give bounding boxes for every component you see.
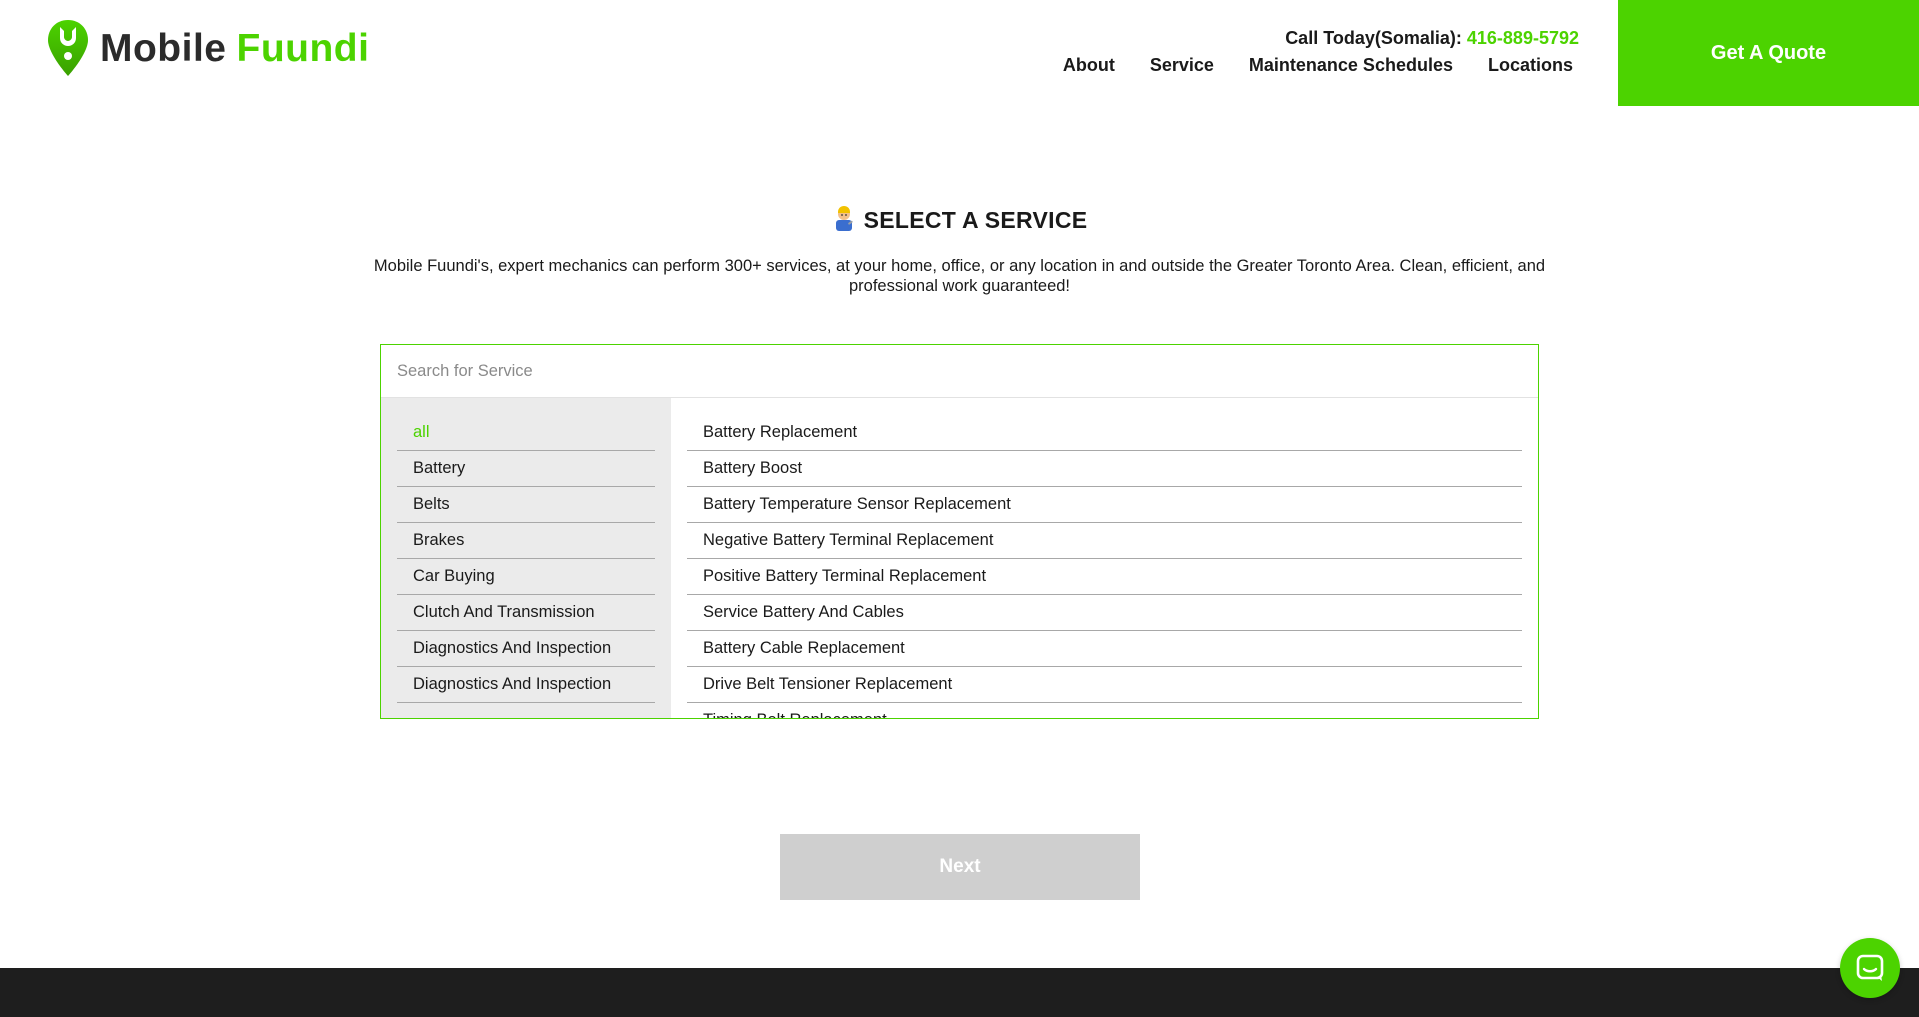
nav-about[interactable]: About: [1063, 55, 1115, 76]
map-pin-wrench-icon: [48, 20, 88, 76]
nav-service[interactable]: Service: [1150, 55, 1214, 76]
main-nav: About Service Maintenance Schedules Loca…: [1063, 55, 1573, 76]
call-label: Call Today(Somalia):: [1285, 28, 1462, 48]
chat-bubble-icon: [1856, 954, 1884, 981]
service-item[interactable]: Battery Replacement: [687, 415, 1522, 451]
service-item[interactable]: Negative Battery Terminal Replacement: [687, 523, 1522, 559]
service-item[interactable]: Service Battery And Cables: [687, 595, 1522, 631]
call-today: Call Today(Somalia): 416-889-5792: [1285, 28, 1579, 49]
category-list[interactable]: all Battery Belts Brakes Car Buying Clut…: [381, 398, 671, 718]
category-item-brakes[interactable]: Brakes: [397, 523, 655, 559]
nav-maintenance-schedules[interactable]: Maintenance Schedules: [1249, 55, 1453, 76]
page-title: SELECT A SERVICE: [0, 205, 1919, 234]
service-item[interactable]: Timing Belt Replacement: [687, 703, 1522, 718]
next-button[interactable]: Next: [780, 834, 1140, 900]
category-item-clutch-and-transmission[interactable]: Clutch And Transmission: [397, 595, 655, 631]
chat-launcher-button[interactable]: [1840, 938, 1900, 998]
logo-word-fuundi: Fuundi: [236, 26, 370, 70]
search-service-input[interactable]: [381, 345, 1538, 398]
service-item[interactable]: Battery Temperature Sensor Replacement: [687, 487, 1522, 523]
category-item-diagnostics-and-inspection-2[interactable]: Diagnostics And Inspection: [397, 667, 655, 703]
page-title-text: SELECT A SERVICE: [863, 207, 1088, 233]
logo-text: Mobile Fuundi: [100, 29, 369, 68]
category-item-car-buying[interactable]: Car Buying: [397, 559, 655, 595]
intro-text: Mobile Fuundi's, expert mechanics can pe…: [373, 257, 1546, 295]
site-header: Mobile Fuundi Call Today(Somalia): 416-889…: [0, 0, 1919, 106]
service-item[interactable]: Battery Cable Replacement: [687, 631, 1522, 667]
category-item-diagnostics-and-inspection[interactable]: Diagnostics And Inspection: [397, 631, 655, 667]
service-item[interactable]: Drive Belt Tensioner Replacement: [687, 667, 1522, 703]
category-item-all[interactable]: all: [397, 415, 655, 451]
service-picker: all Battery Belts Brakes Car Buying Clut…: [380, 344, 1539, 719]
phone-link[interactable]: 416-889-5792: [1467, 28, 1579, 48]
service-item[interactable]: Battery Boost: [687, 451, 1522, 487]
mechanic-emoji-icon: [835, 206, 853, 231]
category-item-battery[interactable]: Battery: [397, 451, 655, 487]
service-item[interactable]: Positive Battery Terminal Replacement: [687, 559, 1522, 595]
get-a-quote-button[interactable]: Get A Quote: [1618, 0, 1919, 106]
nav-locations[interactable]: Locations: [1488, 55, 1573, 76]
logo-word-mobile: Mobile: [100, 26, 227, 70]
site-logo[interactable]: Mobile Fuundi: [46, 18, 369, 78]
service-list[interactable]: Battery Replacement Battery Boost Batter…: [671, 398, 1538, 718]
footer-bar: [0, 968, 1919, 1017]
category-item-belts[interactable]: Belts: [397, 487, 655, 523]
